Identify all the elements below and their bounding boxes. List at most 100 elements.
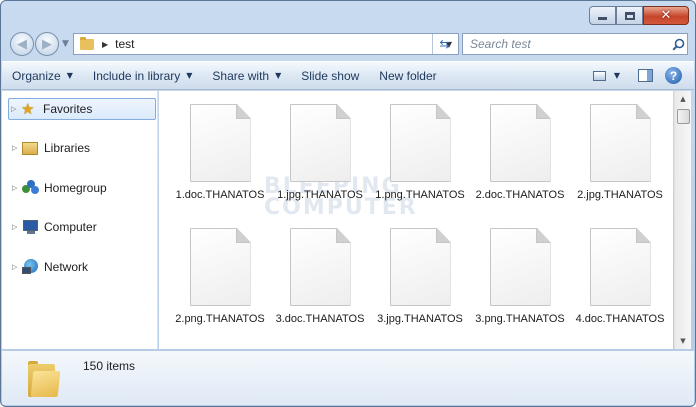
file-item[interactable]: 2.jpg.THANATOS (572, 104, 668, 202)
network-icon (22, 259, 40, 275)
file-name: 1.doc.THANATOS (175, 189, 265, 201)
search-input[interactable]: Search test (470, 37, 669, 51)
sidebar-item-network[interactable]: ▷ Network (10, 256, 156, 278)
sidebar-item-label: Favorites (43, 102, 93, 116)
file-item[interactable]: 3.doc.THANATOS (272, 228, 368, 326)
file-name: 2.png.THANATOS (175, 313, 265, 325)
organize-menu[interactable]: Organize ▼ (2, 65, 83, 87)
share-with-menu[interactable]: Share with ▼ (202, 65, 291, 87)
refresh-icon: ⇆ (439, 37, 450, 51)
expand-arrow-icon[interactable]: ▷ (12, 223, 22, 231)
file-item[interactable]: 3.jpg.THANATOS (372, 228, 468, 326)
chevron-down-icon: ▼ (186, 71, 193, 80)
sidebar-item-label: Homegroup (44, 181, 107, 195)
folder-icon (28, 359, 61, 397)
sidebar-item-computer[interactable]: ▷ Computer (10, 216, 156, 238)
view-icon (592, 70, 606, 81)
file-name: 4.doc.THANATOS (575, 313, 665, 325)
chevron-down-icon: ▼ (275, 71, 282, 80)
preview-pane-button[interactable] (638, 69, 653, 82)
new-folder-button[interactable]: New folder (369, 65, 446, 87)
organize-label: Organize (12, 68, 61, 83)
sidebar-item-label: Libraries (44, 141, 91, 155)
sidebar-item-label: Computer (44, 220, 97, 234)
file-list: BLEEPING COMPUTER 1.doc.THANATOS 1.jpg.T… (159, 91, 673, 349)
command-bar: Organize ▼ Include in library ▼ Share wi… (2, 61, 694, 90)
file-name: 2.jpg.THANATOS (577, 189, 663, 201)
new-folder-label: New folder (379, 68, 437, 83)
libraries-icon (22, 140, 40, 156)
back-arrow-icon: ◀ (17, 36, 27, 52)
navigation-buttons: ◀ ▶ ▼ (10, 32, 69, 56)
caption-buttons: ✕ (589, 6, 689, 25)
explorer-window: ✕ ◀ ▶ ▼ ▶ test ▼ ⇆ Search test Organize … (0, 0, 696, 407)
file-icon (189, 104, 251, 182)
homegroup-icon (22, 180, 40, 196)
close-icon: ✕ (660, 8, 672, 23)
file-icon (589, 228, 651, 306)
maximize-icon (624, 11, 635, 20)
help-icon[interactable]: ? (665, 67, 682, 84)
file-item[interactable]: 1.png.THANATOS (372, 104, 468, 202)
file-icon (389, 104, 451, 182)
search-icon[interactable] (669, 38, 687, 51)
file-icon (289, 228, 351, 306)
scroll-down-arrow-icon[interactable]: ▼ (675, 333, 691, 349)
scroll-up-arrow-icon[interactable]: ▲ (675, 91, 691, 107)
expand-arrow-icon[interactable]: ▷ (12, 263, 22, 271)
file-icon (389, 228, 451, 306)
file-item[interactable]: 4.doc.THANATOS (572, 228, 668, 326)
sidebar-item-label: Network (44, 260, 89, 274)
close-button[interactable]: ✕ (643, 6, 689, 25)
address-bar[interactable]: ▶ test ▼ (73, 33, 459, 55)
file-item[interactable]: 1.jpg.THANATOS (272, 104, 368, 202)
chevron-down-icon: ▼ (613, 71, 620, 80)
breadcrumb-arrow-icon[interactable]: ▶ (102, 40, 108, 49)
minimize-icon (598, 17, 607, 20)
forward-button[interactable]: ▶ (35, 32, 59, 56)
minimize-button[interactable] (589, 6, 616, 25)
refresh-button[interactable]: ⇆ (432, 34, 456, 54)
scrollbar-thumb[interactable] (677, 109, 690, 124)
sidebar-item-libraries[interactable]: ▷ Libraries (10, 137, 156, 159)
change-view-button[interactable]: ▼ (587, 65, 626, 87)
details-pane: 150 items (2, 350, 694, 405)
share-with-label: Share with (212, 68, 270, 83)
back-button[interactable]: ◀ (10, 32, 34, 56)
file-name: 3.jpg.THANATOS (377, 313, 463, 325)
file-icon (489, 228, 551, 306)
recent-pages-dropdown[interactable]: ▼ (62, 39, 69, 49)
file-item[interactable]: 2.png.THANATOS (172, 228, 268, 326)
file-item[interactable]: 3.png.THANATOS (472, 228, 568, 326)
sidebar-item-favorites[interactable]: ▷ ★ Favorites (8, 98, 156, 120)
file-name: 2.doc.THANATOS (475, 189, 565, 201)
file-name: 3.png.THANATOS (475, 313, 565, 325)
chevron-down-icon: ▼ (66, 71, 73, 80)
breadcrumb-folder[interactable]: test (115, 37, 446, 51)
file-name: 1.png.THANATOS (375, 189, 465, 201)
forward-arrow-icon: ▶ (42, 36, 52, 52)
expand-arrow-icon[interactable]: ▷ (11, 105, 21, 113)
folder-icon (80, 36, 94, 50)
file-icon (189, 228, 251, 306)
file-icon (489, 104, 551, 182)
sidebar-item-homegroup[interactable]: ▷ Homegroup (10, 177, 156, 199)
star-icon: ★ (21, 100, 35, 118)
vertical-scrollbar[interactable]: ▲ ▼ (674, 91, 691, 349)
file-icon (589, 104, 651, 182)
file-item[interactable]: 2.doc.THANATOS (472, 104, 568, 202)
include-in-library-label: Include in library (92, 68, 181, 83)
search-box[interactable]: Search test (462, 33, 688, 55)
expand-arrow-icon[interactable]: ▷ (12, 184, 22, 192)
file-name: 1.jpg.THANATOS (277, 189, 363, 201)
include-in-library-menu[interactable]: Include in library ▼ (83, 65, 203, 87)
command-bar-right: ▼ ? (587, 65, 694, 87)
maximize-button[interactable] (616, 6, 643, 25)
file-item[interactable]: 1.doc.THANATOS (172, 104, 268, 202)
expand-arrow-icon[interactable]: ▷ (12, 144, 22, 152)
file-name: 3.doc.THANATOS (275, 313, 365, 325)
file-icon (289, 104, 351, 182)
computer-icon (22, 219, 40, 235)
navigation-pane: ▷ ★ Favorites ▷ Libraries ▷ Homegroup ▷ … (2, 91, 158, 349)
slide-show-button[interactable]: Slide show (291, 65, 369, 87)
